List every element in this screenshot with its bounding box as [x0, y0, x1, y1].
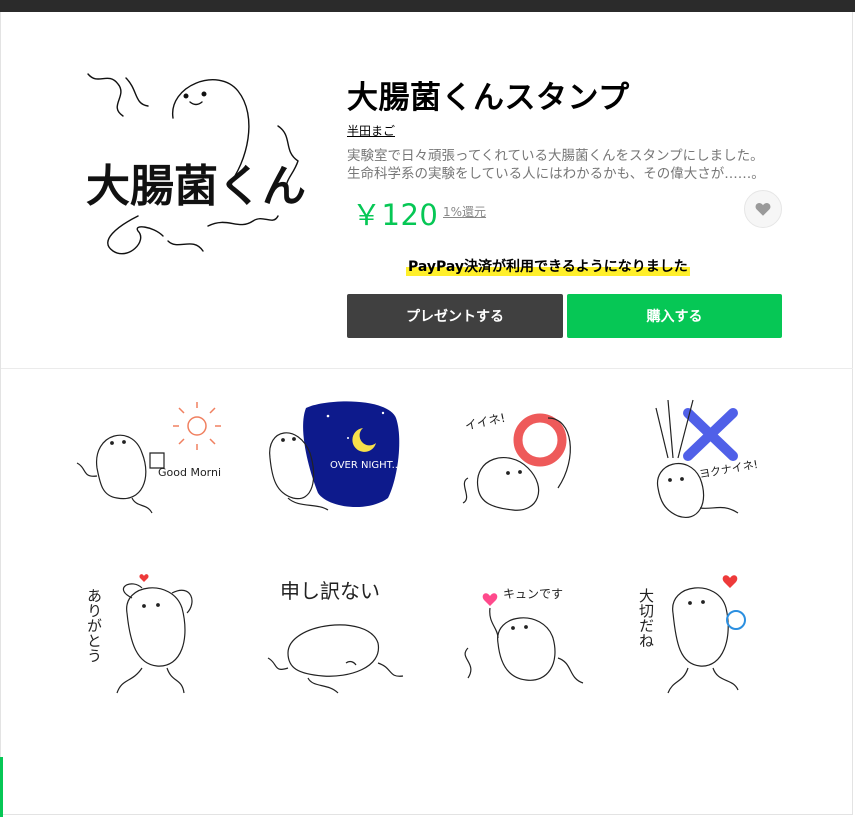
- sticker-good-morning[interactable]: Good Morning: [72, 398, 235, 538]
- page-title: 大腸菌くんスタンプ: [347, 80, 630, 116]
- heart-icon: [755, 203, 771, 216]
- sticker-text: 大切だね: [638, 588, 655, 648]
- main-image-lettering: 大腸菌くん: [86, 161, 306, 212]
- sticker-iine[interactable]: イイネ!: [448, 398, 598, 538]
- sticker-text: Good Morning: [158, 466, 222, 479]
- description-line-2: 生命科学系の実験をしている人にはわかるかも、その偉大さが……。: [347, 166, 765, 182]
- sticker-taisetsu[interactable]: 大切だね: [637, 568, 788, 708]
- description-line-1: 実験室で日々頑張ってくれている大腸菌くんをスタンプにしました。: [347, 148, 764, 164]
- favorite-button[interactable]: [744, 190, 782, 228]
- sticker-text: キュンです: [503, 587, 563, 601]
- paypay-notice: PayPay決済が利用できるようになりました: [406, 256, 690, 276]
- sticker-text: ありがとう: [85, 588, 103, 663]
- price: ￥120: [352, 198, 439, 232]
- sticker-kyun[interactable]: キュンです: [448, 568, 598, 708]
- sticker-text: ヨクナイネ!: [698, 458, 759, 481]
- sticker-over-night[interactable]: OVER NIGHT...: [258, 398, 408, 538]
- sticker-moushiwakenai[interactable]: 申し訳ない: [258, 568, 408, 708]
- points-link[interactable]: 1%還元: [443, 203, 486, 220]
- gift-button[interactable]: プレゼントする: [347, 294, 563, 338]
- sticker-yokunaine[interactable]: ヨクナイネ!: [638, 398, 788, 538]
- section-divider: [1, 368, 853, 369]
- sticker-arigatou[interactable]: ありがとう: [72, 568, 222, 708]
- sticker-text: 申し訳ない: [280, 579, 380, 603]
- buy-button[interactable]: 購入する: [567, 294, 782, 338]
- author-link[interactable]: 半田まご: [347, 122, 395, 139]
- description: 実験室で日々頑張ってくれている大腸菌くんをスタンプにしました。 生命科学系の実験…: [347, 147, 787, 183]
- side-accent-bar: [0, 757, 3, 817]
- sticker-text: OVER NIGHT...: [330, 460, 401, 471]
- main-sticker-image: 大腸菌くん: [78, 66, 308, 266]
- browser-top-bar: [0, 0, 855, 12]
- sticker-text: イイネ!: [464, 411, 507, 433]
